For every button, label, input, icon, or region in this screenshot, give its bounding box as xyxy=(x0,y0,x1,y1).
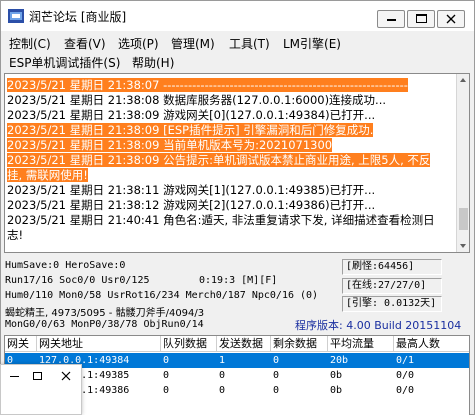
minimize-icon xyxy=(10,376,19,377)
table-cell: 0 xyxy=(273,385,280,396)
table-cell: 0/1 xyxy=(396,355,415,366)
online-counter: [在线:27/27/0] xyxy=(342,278,442,294)
table-cell: 0 xyxy=(219,370,226,381)
mongen-status: MonG0/0/63 MonP0/38/78 ObjRun0/14 xyxy=(5,319,204,330)
table-cell: 0 xyxy=(219,385,226,396)
table-header: 网关 网关地址 队列数据 发送数据 剩余数据 平均流量 最高人数 xyxy=(5,336,469,352)
table-cell: 0/0 xyxy=(396,385,415,396)
log-line-text: 2023/5/21 星期日 21:38:09 [ESP插件提示] 引擎漏洞和后门… xyxy=(7,123,374,137)
menu-help[interactable]: 帮助(H) xyxy=(132,54,174,71)
log-line: 2023/5/21 星期日 21:40:41 角色名:遁天, 非法重复请求下发,… xyxy=(7,212,435,229)
table-cell: 20b xyxy=(330,355,349,366)
log-line-text: 2023/5/21 星期日 21:38:09 游戏网关[0](127.0.0.1… xyxy=(7,108,376,122)
mini-window-controls xyxy=(0,364,82,415)
minimize-icon xyxy=(387,19,396,21)
close-icon xyxy=(61,371,71,381)
uptime-timer: 0:19:3 [M][F] xyxy=(199,275,278,286)
log-line-text: 2023/5/21 星期日 21:38:08 数据库服务器(127.0.0.1:… xyxy=(7,93,387,107)
log-line-text: 2023/5/21 星期日 21:40:41 角色名:遁天, 非法重复请求下发,… xyxy=(7,213,435,227)
table-cell: 0 xyxy=(163,370,170,381)
maximize-icon xyxy=(416,14,427,23)
status-panel: HumSave:0 HeroSave:0 Run17/16 Soc0/0 Usr… xyxy=(1,255,474,333)
mini-minimize-button[interactable] xyxy=(7,369,23,383)
col-queue-data[interactable]: 队列数据 xyxy=(161,336,217,352)
log-line-text: 志! xyxy=(7,228,24,242)
col-send-data[interactable]: 发送数据 xyxy=(217,336,271,352)
log-line-text: 2023/5/21 星期日 21:38:11 游戏网关[1](127.0.0.1… xyxy=(7,183,376,197)
program-version: 程序版本: 4.00 Build 20151104 xyxy=(295,319,462,332)
menu-control[interactable]: 控制(C) xyxy=(9,35,51,52)
log-panel[interactable]: 2023/5/21 星期日 21:38:07 -----------------… xyxy=(4,73,470,253)
scroll-thumb[interactable] xyxy=(459,208,468,230)
mini-maximize-button[interactable] xyxy=(30,369,46,383)
refresh-counter: [刷怪:64456] xyxy=(342,259,442,275)
col-remaining-data[interactable]: 剩余数据 xyxy=(271,336,328,352)
table-cell: 0 xyxy=(163,355,170,366)
menu-manage[interactable]: 管理(M) xyxy=(171,35,215,52)
col-average-traffic[interactable]: 平均流量 xyxy=(328,336,394,352)
col-gateway[interactable]: 网关 xyxy=(5,336,37,352)
title-bar[interactable]: 润芒论坛 [商业版] xyxy=(1,1,474,31)
table-cell: 0/0 xyxy=(396,370,415,381)
maximize-button[interactable] xyxy=(407,10,435,28)
app-icon xyxy=(8,9,24,23)
col-max-players[interactable]: 最高人数 xyxy=(394,336,469,352)
col-gateway-address[interactable]: 网关地址 xyxy=(37,336,161,352)
save-status: HumSave:0 HeroSave:0 xyxy=(5,260,126,271)
scroll-down-icon[interactable] xyxy=(460,244,466,248)
menu-lm-engine[interactable]: LM引擎(E) xyxy=(283,35,341,52)
table-cell: 0 xyxy=(163,385,170,396)
log-line: 志! xyxy=(7,227,23,244)
window-title: 润芒论坛 [商业版] xyxy=(29,10,127,24)
mini-close-button[interactable] xyxy=(58,369,74,383)
menu-tools[interactable]: 工具(T) xyxy=(229,35,270,52)
log-line-text: 2023/5/21 星期日 21:38:09 当前单机版本号为:20210713… xyxy=(7,138,333,152)
minimize-button[interactable] xyxy=(377,10,405,28)
object-status: Hum0/110 Mon0/58 UsrRot16/234 Merch0/187… xyxy=(5,290,319,301)
table-cell: 0 xyxy=(273,355,280,366)
menu-options[interactable]: 选项(P) xyxy=(118,35,159,52)
server-console-window: 润芒论坛 [商业版] 控制(C) 查看(V) 选项(P) 管理(M) 工具(T)… xyxy=(0,0,475,415)
log-line-text: 挂, 需联网使用! xyxy=(7,168,88,182)
scroll-up-icon[interactable] xyxy=(460,78,466,82)
close-button[interactable] xyxy=(437,10,465,28)
log-line-text: 2023/5/21 星期日 21:38:12 游戏网关[2](127.0.0.1… xyxy=(7,198,376,212)
close-icon xyxy=(446,14,456,24)
menu-view[interactable]: 查看(V) xyxy=(64,35,106,52)
table-cell: 1 xyxy=(219,355,226,366)
table-cell: 0 xyxy=(273,370,280,381)
log-scrollbar[interactable] xyxy=(456,74,469,252)
menu-esp-plugin[interactable]: ESP单机调试插件(S) xyxy=(9,54,120,71)
run-status: Run17/16 Soc0/0 Usr0/125 xyxy=(5,275,150,286)
maximize-icon xyxy=(33,372,42,380)
log-line-text: 2023/5/21 星期日 21:38:07 -----------------… xyxy=(7,78,408,92)
menu-bar: 控制(C) 查看(V) 选项(P) 管理(M) 工具(T) LM引擎(E) ES… xyxy=(1,31,474,73)
table-cell: 0b xyxy=(330,370,343,381)
table-cell: 0b xyxy=(330,385,343,396)
log-line-text: 2023/5/21 星期日 21:38:09 公告提示:单机调试版本禁止商业用途… xyxy=(7,153,431,167)
engine-uptime: [引擎: 0.0132天] xyxy=(342,296,442,312)
monster-status: 蝎蛇精王, 4973/5095 - 骷髅刀斧手/4094/3 xyxy=(5,308,205,319)
